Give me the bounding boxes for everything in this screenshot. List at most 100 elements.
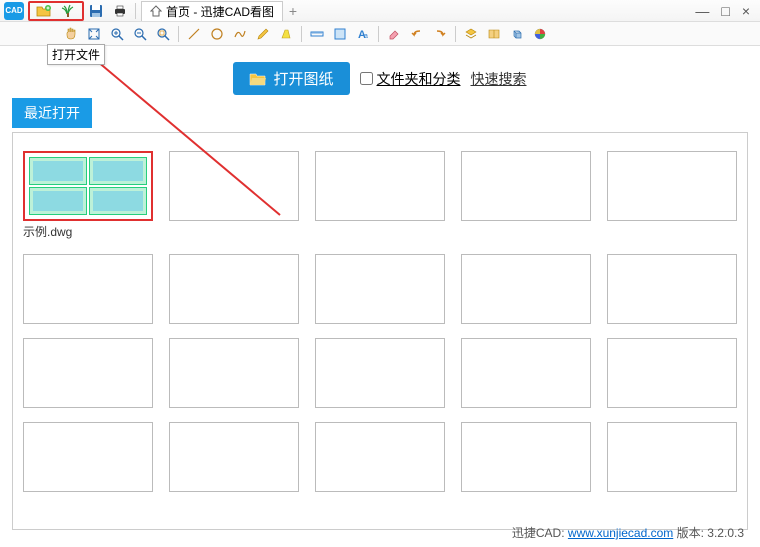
zoom-in-tool[interactable] (106, 24, 128, 44)
open-file-highlight (28, 1, 84, 21)
footer-version-label: 版本: (673, 526, 707, 540)
file-thumbnail[interactable] (23, 422, 153, 492)
edit-tool[interactable] (252, 24, 274, 44)
print-button[interactable] (108, 1, 132, 21)
file-thumbnail[interactable] (23, 338, 153, 408)
file-thumbnail[interactable] (461, 151, 591, 221)
file-cell[interactable] (23, 338, 153, 408)
file-thumbnail[interactable] (169, 254, 299, 324)
file-thumbnail[interactable] (315, 338, 445, 408)
text-tool[interactable]: Aa (352, 24, 374, 44)
file-thumbnail[interactable] (23, 254, 153, 324)
zoom-out-tool[interactable] (129, 24, 151, 44)
file-cell[interactable] (169, 151, 299, 240)
file-thumbnail[interactable] (169, 151, 299, 221)
footer: 迅捷CAD: www.xunjiecad.com 版本: 3.2.0.3 (512, 524, 744, 541)
file-cell[interactable] (461, 254, 591, 324)
open-file-button[interactable] (32, 1, 56, 21)
tab-title: 首页 - 迅捷CAD看图 (166, 3, 274, 20)
separator (178, 26, 179, 42)
file-cell[interactable] (461, 338, 591, 408)
file-thumbnail[interactable] (461, 254, 591, 324)
undo-button[interactable] (406, 24, 428, 44)
file-cell[interactable]: 示例.dwg (23, 151, 153, 240)
open-drawing-label: 打开图纸 (273, 68, 333, 89)
redo-button[interactable] (429, 24, 451, 44)
svg-text:a: a (364, 33, 368, 40)
save-button[interactable] (84, 1, 108, 21)
file-cell[interactable] (607, 338, 737, 408)
file-cell[interactable] (315, 422, 445, 492)
file-thumbnail[interactable] (607, 422, 737, 492)
highlight-tool[interactable] (275, 24, 297, 44)
area-tool[interactable] (329, 24, 351, 44)
recent-open-label: 最近打开 (12, 98, 92, 128)
footer-link[interactable]: www.xunjiecad.com (568, 526, 673, 540)
action-row: 打开图纸 文件夹和分类 快速搜索 (0, 46, 760, 105)
minimize-button[interactable]: — (695, 3, 709, 19)
app-logo: CAD (0, 0, 28, 22)
quick-search-link[interactable]: 快速搜索 (471, 69, 527, 89)
separator (455, 26, 456, 42)
erase-tool[interactable] (383, 24, 405, 44)
close-button[interactable]: × (742, 3, 750, 19)
file-name: 示例.dwg (23, 223, 153, 240)
color-tool[interactable] (529, 24, 551, 44)
file-thumbnail[interactable] (23, 151, 153, 221)
file-cell[interactable] (607, 151, 737, 240)
separator (378, 26, 379, 42)
file-thumbnail[interactable] (607, 151, 737, 221)
file-cell[interactable] (607, 254, 737, 324)
toolbar: Aa (0, 22, 760, 46)
recent-files-grid: 示例.dwg (23, 151, 737, 492)
footer-version: 3.2.0.3 (707, 526, 744, 540)
new-tab-button[interactable]: + (283, 1, 303, 21)
file-thumbnail[interactable] (169, 338, 299, 408)
home-tab[interactable]: 首页 - 迅捷CAD看图 (141, 1, 283, 21)
open-file-tooltip: 打开文件 (47, 44, 105, 65)
palm-tree-icon[interactable] (56, 1, 80, 21)
file-thumbnail[interactable] (461, 338, 591, 408)
window-controls: — □ × (695, 3, 760, 19)
file-cell[interactable] (461, 422, 591, 492)
file-thumbnail[interactable] (315, 151, 445, 221)
file-cell[interactable] (315, 338, 445, 408)
file-thumbnail[interactable] (607, 254, 737, 324)
circle-tool[interactable] (206, 24, 228, 44)
separator (135, 3, 136, 19)
file-cell[interactable] (461, 151, 591, 240)
file-thumbnail[interactable] (607, 338, 737, 408)
arc-tool[interactable] (229, 24, 251, 44)
titlebar: CAD 首页 - 迅捷CAD看图 + — □ × (0, 0, 760, 22)
open-drawing-button[interactable]: 打开图纸 (233, 62, 349, 95)
line-tool[interactable] (183, 24, 205, 44)
cad-preview-icon (29, 157, 147, 215)
book-tool[interactable] (483, 24, 505, 44)
measure-tool[interactable] (306, 24, 328, 44)
file-cell[interactable] (23, 254, 153, 324)
folder-classify-input[interactable] (360, 72, 373, 85)
file-thumbnail[interactable] (315, 422, 445, 492)
maximize-button[interactable]: □ (721, 3, 729, 19)
file-thumbnail[interactable] (315, 254, 445, 324)
pan-tool[interactable] (60, 24, 82, 44)
file-cell[interactable] (169, 254, 299, 324)
file-thumbnail[interactable] (169, 422, 299, 492)
file-cell[interactable] (315, 254, 445, 324)
file-cell[interactable] (23, 422, 153, 492)
separator (301, 26, 302, 42)
folder-open-icon (249, 71, 267, 87)
file-cell[interactable] (169, 422, 299, 492)
file-cell[interactable] (607, 422, 737, 492)
cube-tool[interactable] (506, 24, 528, 44)
file-thumbnail[interactable] (461, 422, 591, 492)
recent-files-panel: 示例.dwg (12, 132, 748, 530)
fullscreen-tool[interactable] (83, 24, 105, 44)
zoom-window-tool[interactable] (152, 24, 174, 44)
app-logo-text: CAD (4, 2, 24, 20)
footer-prefix: 迅捷CAD: (512, 526, 568, 540)
file-cell[interactable] (315, 151, 445, 240)
layer-tool[interactable] (460, 24, 482, 44)
file-cell[interactable] (169, 338, 299, 408)
folder-classify-checkbox[interactable]: 文件夹和分类 (360, 69, 461, 89)
